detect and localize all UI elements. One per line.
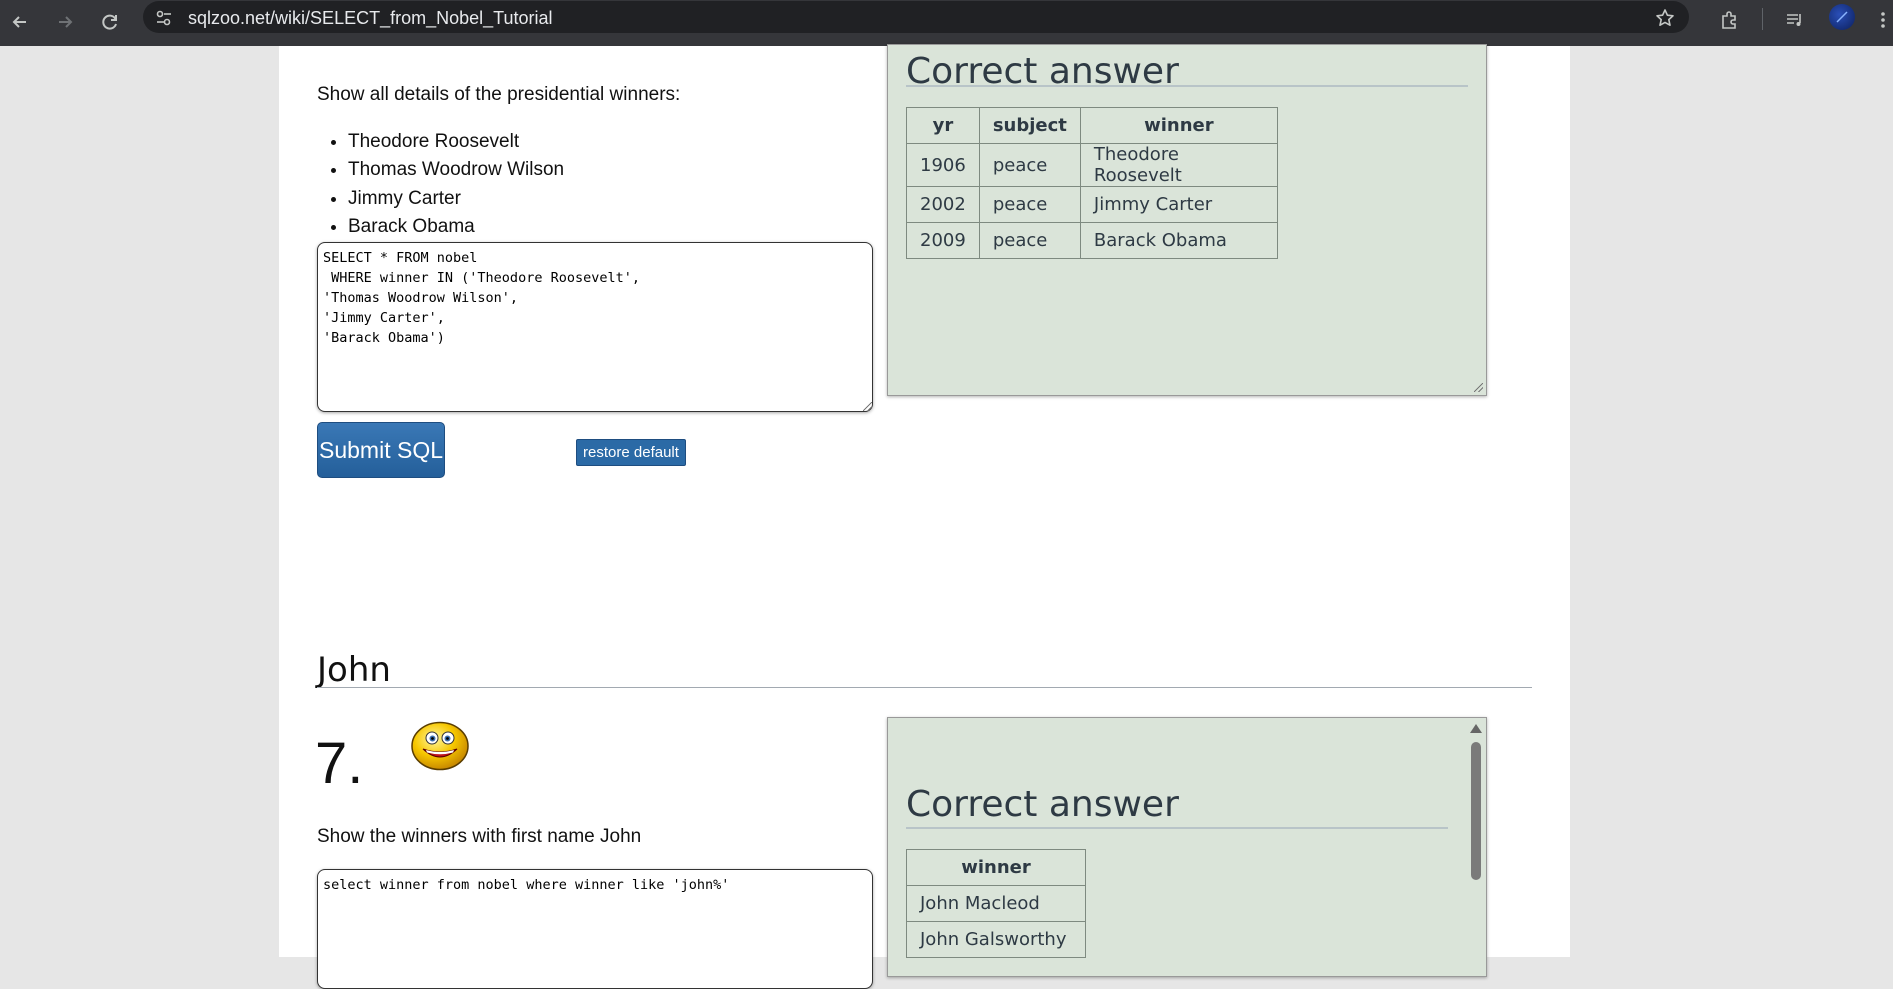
scroll-up-arrow-icon[interactable] [1470, 724, 1482, 733]
menu-kebab-icon[interactable] [1873, 4, 1893, 36]
column-header: winner [906, 849, 1086, 886]
table-cell: 1906 [906, 143, 980, 187]
q6-answer-panel: Correct answer yr subject winner 1906 pe… [887, 44, 1487, 396]
list-item: Theodore Roosevelt [348, 128, 564, 156]
table-row: 2002 peace Jimmy Carter [906, 186, 1278, 223]
extensions-icon[interactable] [1711, 4, 1747, 36]
table-cell: 2009 [906, 222, 980, 259]
list-item: Thomas Woodrow Wilson [348, 156, 564, 184]
q7-answer-panel: Correct answer winner John Macleod John … [887, 717, 1487, 977]
toolbar-divider [1762, 8, 1763, 30]
list-item: Jimmy Carter [348, 185, 564, 213]
list-item: Barack Obama [348, 213, 564, 241]
table-cell: Barack Obama [1079, 222, 1278, 259]
url-text[interactable]: sqlzoo.net/wiki/SELECT_from_Nobel_Tutori… [188, 8, 553, 29]
table-header-row: yr subject winner [906, 107, 1278, 144]
table-cell: 2002 [906, 186, 980, 223]
section-heading: John [317, 650, 391, 690]
q7-sql-editor[interactable]: select winner from nobel where winner li… [317, 869, 873, 989]
table-row: 1906 peace Theodore Roosevelt [906, 143, 1278, 187]
media-control-icon[interactable] [1777, 4, 1813, 36]
column-header: subject [978, 107, 1081, 144]
q6-question-text: Show all details of the presidential win… [317, 84, 681, 105]
smiley-face-icon [410, 721, 470, 771]
table-row: 2009 peace Barack Obama [906, 222, 1278, 259]
q7-number: 7. [315, 731, 364, 796]
table-row: John Macleod [906, 885, 1086, 922]
table-cell: peace [978, 222, 1081, 259]
q7-question-text: Show the winners with first name John [317, 826, 642, 847]
restore-default-button[interactable]: restore default [576, 439, 686, 466]
answer-divider [906, 827, 1448, 829]
section-divider [317, 687, 1532, 688]
column-header: yr [906, 107, 980, 144]
profile-avatar[interactable] [1829, 4, 1855, 30]
browser-toolbar: sqlzoo.net/wiki/SELECT_from_Nobel_Tutori… [0, 0, 1893, 46]
q6-sql-editor[interactable]: SELECT * FROM nobel WHERE winner IN ('Th… [317, 242, 873, 412]
address-bar[interactable]: sqlzoo.net/wiki/SELECT_from_Nobel_Tutori… [143, 1, 1689, 33]
q7-panel-scrollbar[interactable] [1466, 718, 1486, 976]
table-cell: Theodore Roosevelt [1079, 143, 1278, 187]
column-header: winner [1079, 107, 1278, 144]
site-info-icon[interactable] [153, 7, 175, 29]
table-header-row: winner [906, 849, 1086, 886]
table-cell: John Galsworthy [906, 921, 1086, 958]
answer-divider [906, 85, 1468, 87]
q6-panel-resize-handle[interactable] [1474, 383, 1483, 392]
table-cell: John Macleod [906, 885, 1086, 922]
table-row: John Galsworthy [906, 921, 1086, 958]
table-cell: Jimmy Carter [1079, 186, 1278, 223]
submit-sql-button[interactable]: Submit SQL [317, 422, 445, 478]
forward-icon[interactable] [47, 4, 83, 40]
page-content: Show all details of the presidential win… [279, 44, 1570, 989]
bookmark-star-icon[interactable] [1653, 6, 1677, 30]
table-cell: peace [978, 143, 1081, 187]
q7-answer-title: Correct answer [906, 784, 1179, 825]
q7-answer-table: winner John Macleod John Galsworthy [906, 849, 1086, 958]
q6-editor-resize-handle[interactable] [863, 402, 872, 411]
q6-winner-list: Theodore Roosevelt Thomas Woodrow Wilson… [317, 128, 564, 242]
scrollbar-thumb[interactable] [1471, 742, 1481, 880]
back-icon[interactable] [2, 4, 38, 40]
table-cell: peace [978, 186, 1081, 223]
reload-icon[interactable] [92, 4, 128, 40]
q6-answer-table: yr subject winner 1906 peace Theodore Ro… [906, 107, 1278, 259]
